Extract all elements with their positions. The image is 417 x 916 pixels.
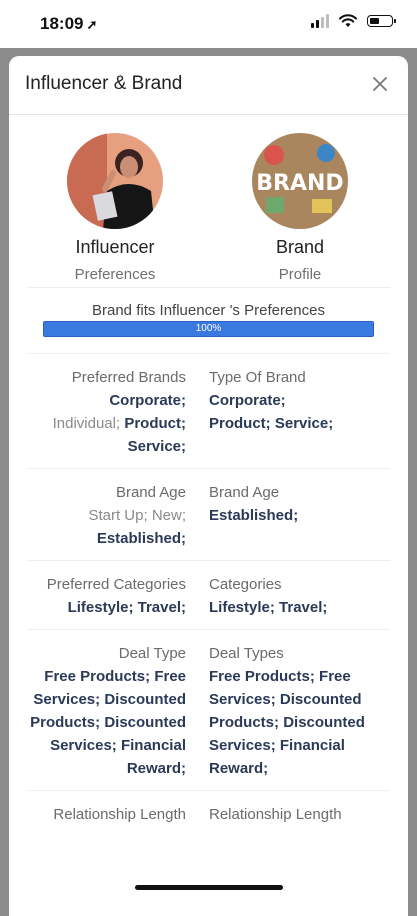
influencer-label: Influencer — [75, 237, 155, 257]
brand-pref-value: Corporate; — [109, 392, 186, 409]
deal-pref-value: Free Products; — [44, 668, 151, 685]
location-arrow-icon: ➚ — [86, 17, 98, 32]
deal-pref-value: Financial Reward; — [120, 737, 186, 777]
fit-text: Brand fits Influencer 's Preferences — [92, 302, 325, 319]
status-bar: 18:09 ➚ — [0, 0, 417, 48]
fit-section: Brand fits Influencer 's Preferences 100… — [27, 287, 390, 353]
brand-pref-value: Service; — [127, 438, 186, 455]
brands-left: Preferred Brands Corporate; Individual; … — [27, 366, 197, 458]
brand-type-value: Service; — [274, 415, 334, 432]
modal-header: Influencer & Brand — [9, 56, 408, 115]
influencer-sub: Preferences — [74, 266, 156, 283]
category-value: Lifestyle; — [209, 599, 275, 616]
brand-sub: Profile — [278, 266, 322, 283]
profiles-row: Influencer Preferences BRAND Brand Profi… — [9, 115, 408, 287]
age-section: Brand Age Start Up; New; Established; Br… — [27, 468, 390, 560]
preferred-brands-label: Preferred Brands — [71, 369, 186, 386]
deals-right: Deal Types Free Products; Free Services;… — [197, 642, 390, 780]
close-icon[interactable] — [368, 72, 392, 96]
influencer-avatar — [67, 133, 163, 229]
age-value: Established; — [209, 507, 299, 524]
brand-avatar: BRAND — [252, 133, 348, 229]
categories-right: Categories Lifestyle; Travel; — [197, 573, 390, 619]
relationship-length-pref-label: Relationship Length — [53, 806, 186, 823]
age-right: Brand Age Established; — [197, 481, 390, 550]
brand-profile[interactable]: BRAND Brand Profile — [225, 133, 375, 283]
home-indicator[interactable] — [135, 885, 283, 890]
modal-title: Influencer & Brand — [25, 73, 183, 94]
category-value: Travel; — [279, 599, 328, 616]
relationship-section: Relationship Length Relationship Length — [27, 790, 390, 836]
match-modal: Influencer & Brand Influencer Preference… — [9, 56, 408, 916]
brand-label: Brand — [275, 237, 325, 257]
deal-type-label: Deal Type — [118, 645, 186, 662]
preferred-categories-label: Preferred Categories — [46, 576, 186, 593]
age-pref-value: New; — [151, 507, 186, 524]
category-pref-value: Lifestyle; — [67, 599, 134, 616]
age-pref-value: Start Up; — [88, 507, 148, 524]
age-left: Brand Age Start Up; New; Established; — [27, 481, 197, 550]
wifi-icon — [339, 14, 357, 27]
type-of-brand-label: Type Of Brand — [209, 369, 306, 386]
deal-value: Free Products; — [209, 668, 315, 685]
deal-types-label: Deal Types — [209, 645, 284, 662]
categories-left: Preferred Categories Lifestyle; Travel; — [27, 573, 197, 619]
brands-right: Type Of Brand Corporate; Product; Servic… — [197, 366, 390, 458]
fit-progress-bar: 100% — [43, 321, 374, 337]
deals-section: Deal Type Free Products; Free Services; … — [27, 629, 390, 790]
brand-age-label: Brand Age — [209, 484, 280, 501]
brand-type-value: Product; — [209, 415, 271, 432]
relationship-left: Relationship Length — [27, 803, 197, 826]
relationship-right: Relationship Length — [197, 803, 390, 826]
categories-label: Categories — [209, 576, 282, 593]
brands-section: Preferred Brands Corporate; Individual; … — [27, 353, 390, 468]
brand-type-value: Corporate; — [209, 392, 286, 409]
progress-label: 100% — [195, 323, 222, 334]
status-time: 18:09 ➚ — [40, 14, 97, 34]
categories-section: Preferred Categories Lifestyle; Travel; … — [27, 560, 390, 629]
brand-age-pref-label: Brand Age — [115, 484, 186, 501]
category-pref-value: Travel; — [137, 599, 186, 616]
age-pref-value: Established; — [96, 530, 186, 547]
battery-icon — [367, 15, 396, 27]
brand-image-text: BRAND — [256, 171, 343, 196]
signal-icon — [311, 14, 329, 28]
relationship-length-label: Relationship Length — [209, 806, 342, 823]
time-text: 18:09 — [40, 14, 84, 33]
brand-pref-value: Individual; — [52, 415, 121, 432]
influencer-profile[interactable]: Influencer Preferences — [40, 133, 190, 283]
brand-pref-value: Product; — [124, 415, 186, 432]
deals-left: Deal Type Free Products; Free Services; … — [27, 642, 197, 780]
status-icons — [311, 14, 396, 28]
